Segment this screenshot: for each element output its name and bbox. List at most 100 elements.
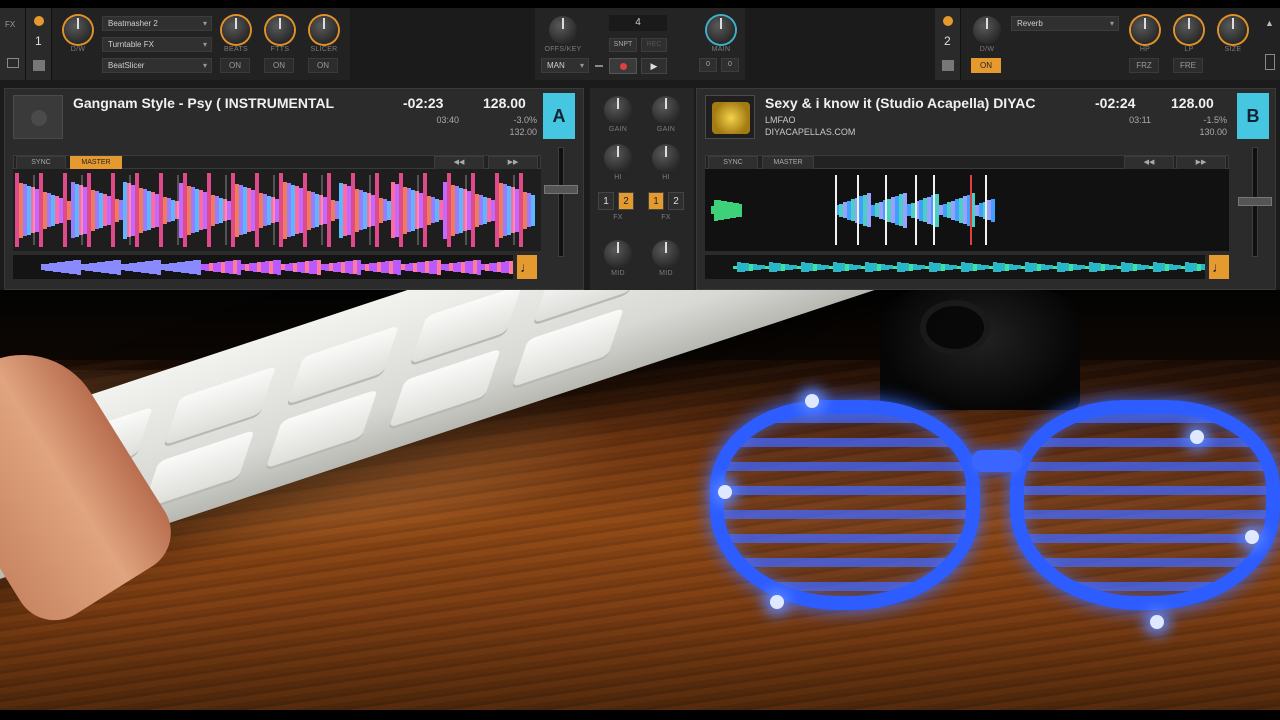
scroll-up-icon[interactable]: ▲: [1265, 18, 1274, 28]
jump-back-button[interactable]: ◀◀: [1124, 156, 1174, 170]
effect-select[interactable]: Reverb ▾: [1011, 16, 1119, 31]
knob-label: LP: [1184, 46, 1194, 53]
effect-name: Reverb: [1017, 19, 1043, 28]
window-toggle-icon[interactable]: [1265, 54, 1275, 70]
beat-marker: [857, 175, 859, 245]
jump-forward-button[interactable]: ▶▶: [1176, 156, 1226, 170]
tempo-fader-track: [558, 147, 564, 257]
rec-label-button[interactable]: REC: [641, 38, 667, 52]
effect-param-knob-1[interactable]: [222, 16, 250, 44]
master-button[interactable]: MASTER: [762, 156, 814, 170]
waveform-b[interactable]: [705, 169, 1229, 251]
effect-on-button-3[interactable]: ON: [308, 58, 338, 73]
bpm-display: 128.00: [483, 95, 526, 111]
deck-letter[interactable]: B: [1237, 93, 1269, 139]
effect-select-2[interactable]: Turntable FX ▾: [102, 37, 212, 52]
effect-name: Beatmasher 2: [108, 19, 158, 28]
stripe-overview-a[interactable]: [13, 255, 513, 279]
fx-unit-1: FX 1 D/W Beatmasher 2 ▾ Turntable FX ▾ Bea…: [0, 8, 350, 80]
beat-marker: [933, 175, 935, 245]
record-button[interactable]: [609, 58, 637, 74]
waveform-a[interactable]: [13, 169, 541, 251]
gain-knob-a[interactable]: [604, 96, 632, 124]
waveform-bar: [738, 203, 742, 217]
fx-unit-assign: 1: [26, 8, 52, 80]
key-lock-button[interactable]: ♩: [1209, 255, 1229, 279]
hi-eq-knob-a[interactable]: [604, 144, 632, 172]
effect-select-3[interactable]: BeatSlicer ▾: [102, 58, 212, 73]
stripe-overview-b[interactable]: [705, 255, 1205, 279]
jump-back-button[interactable]: ◀◀: [434, 156, 484, 170]
knob-label: HP: [1139, 46, 1151, 53]
fx-button[interactable]: FRE: [1173, 58, 1203, 73]
jump-forward-button[interactable]: ▶▶: [488, 156, 538, 170]
beat-marker: [177, 175, 179, 245]
track-title: Gangnam Style - Psy ( INSTRUMENTAL: [73, 95, 335, 111]
dry-wet-knob[interactable]: [64, 16, 92, 44]
dry-wet-knob[interactable]: [973, 16, 1001, 44]
cover-art-placeholder: [13, 95, 63, 139]
effect-param-knob-2[interactable]: [266, 16, 294, 44]
beat-marker: [273, 175, 275, 245]
low-pass-knob[interactable]: [1175, 16, 1203, 44]
high-pass-knob[interactable]: [1131, 16, 1159, 44]
save-icon[interactable]: [942, 60, 954, 71]
knob-label: GAIN: [608, 126, 628, 133]
knob-label: SIZE: [1224, 46, 1242, 53]
effect-on-button-2[interactable]: ON: [264, 58, 294, 73]
beat-marker: [465, 175, 467, 245]
chevron-down-icon: ▾: [579, 61, 584, 70]
glasses-right-lens: [1010, 400, 1280, 610]
freeze-button[interactable]: FRZ: [1129, 58, 1159, 73]
beat-marker: [81, 175, 83, 245]
pad-key: [512, 307, 625, 388]
effect-on-button[interactable]: ON: [971, 58, 1001, 73]
gain-knob-b[interactable]: [652, 96, 680, 124]
photo-scene: [0, 290, 1280, 710]
effect-select-1[interactable]: Beatmasher 2 ▾: [102, 16, 212, 31]
mode-select[interactable]: MAN ▾: [541, 58, 589, 73]
fx-unit-assign: 2: [935, 8, 961, 80]
cover-art-logo: [712, 102, 750, 134]
offset-knob[interactable]: [549, 16, 577, 44]
hi-eq-knob-b[interactable]: [652, 144, 680, 172]
elapsed-time: 03:11: [1129, 115, 1151, 125]
snap-button[interactable]: SNPT: [609, 38, 637, 52]
mid-eq-knob-b[interactable]: [652, 240, 680, 268]
effect-on-button-1[interactable]: ON: [220, 58, 250, 73]
power-indicator[interactable]: [943, 16, 953, 26]
master-button[interactable]: MASTER: [70, 156, 122, 170]
key-lock-button[interactable]: ♩: [517, 255, 537, 279]
tempo-fader[interactable]: [1238, 197, 1272, 206]
beat-marker: [225, 175, 227, 245]
size-knob[interactable]: [1219, 16, 1247, 44]
fx-assign-2-a[interactable]: 2: [618, 192, 634, 210]
beat-marker: [33, 175, 35, 245]
play-button[interactable]: ▶: [641, 58, 667, 74]
beat-marker: [985, 175, 987, 245]
pad-key: [287, 325, 400, 405]
effect-param-knob-3[interactable]: [310, 16, 338, 44]
sync-button[interactable]: SYNC: [16, 156, 66, 170]
minus-icon[interactable]: [595, 65, 603, 67]
fx-unit-number: 1: [35, 34, 42, 48]
left-meter-button[interactable]: 0: [699, 58, 717, 72]
right-meter-button[interactable]: 0: [721, 58, 739, 72]
mid-eq-knob-a[interactable]: [604, 240, 632, 268]
record-icon: [31, 110, 47, 126]
deck-letter[interactable]: A: [543, 93, 575, 139]
knob-label: BEATS: [224, 46, 248, 53]
beat-marker: [915, 175, 917, 245]
tempo-fader[interactable]: [544, 185, 578, 194]
pad-key: [388, 348, 501, 428]
beat-marker: [835, 175, 837, 245]
fx-assign-1-a[interactable]: 1: [598, 192, 614, 210]
knob-label: D/W: [70, 46, 86, 53]
main-volume-knob[interactable]: [707, 16, 735, 44]
save-icon[interactable]: [33, 60, 45, 71]
power-indicator[interactable]: [34, 16, 44, 26]
sync-button[interactable]: SYNC: [708, 156, 758, 170]
fx-assign-1-b[interactable]: 1: [648, 192, 664, 210]
led-light: [1150, 615, 1164, 629]
fx-assign-2-b[interactable]: 2: [668, 192, 684, 210]
